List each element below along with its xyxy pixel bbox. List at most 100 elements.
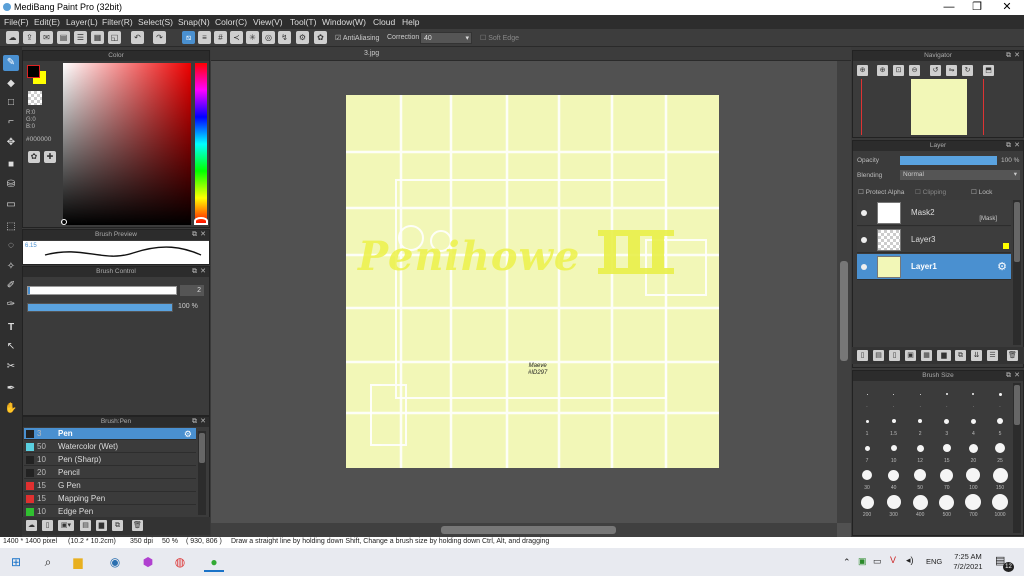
close-icon[interactable]: ✕	[200, 230, 206, 240]
file-explorer-icon[interactable]: ▆	[68, 552, 88, 572]
device-icon[interactable]: ▣	[858, 556, 867, 567]
layer-row-layer3[interactable]: Layer3	[857, 227, 1011, 253]
volume-icon[interactable]: ◂)	[906, 555, 914, 566]
rotate-right-icon[interactable]: ↻	[962, 65, 973, 76]
language-indicator[interactable]: ENG	[926, 557, 942, 566]
new-layer-icon[interactable]: ▯	[857, 350, 868, 361]
chevron-up-icon[interactable]: ⌃	[843, 557, 851, 568]
brush-size-option[interactable]	[890, 445, 897, 451]
brush-folder-icon[interactable]: ▆	[96, 520, 107, 531]
snap-settings-icon[interactable]: ⚙	[296, 31, 309, 44]
brush-size-option[interactable]	[865, 419, 869, 423]
soft-edge-checkbox[interactable]: ☐ Soft Edge	[480, 34, 519, 42]
expand-icon[interactable]: ⧉	[1006, 51, 1011, 61]
delete-brush-icon[interactable]: 🗑	[132, 520, 143, 531]
hand-tool-icon[interactable]: ✋	[3, 401, 19, 417]
brush-size-option[interactable]	[998, 392, 1002, 396]
protect-alpha-checkbox[interactable]: ☐ Protect Alpha	[858, 188, 904, 196]
expand-icon[interactable]: ⧉	[192, 267, 197, 277]
brush-size-option[interactable]	[940, 468, 954, 482]
duplicate-layer-icon[interactable]: ⧉	[955, 350, 966, 361]
clipping-checkbox[interactable]: ☐ Clipping	[915, 188, 946, 196]
gear-icon[interactable]: ⚙	[997, 260, 1007, 273]
zoom-out-icon[interactable]: ⊖	[909, 65, 920, 76]
antialias-checkbox[interactable]: ☑ AntiAliasing	[335, 34, 379, 42]
fill-rect-tool-icon[interactable]: ■	[3, 157, 19, 173]
color-picker-cursor[interactable]	[61, 219, 67, 225]
layer-image-icon[interactable]: ▦	[921, 350, 932, 361]
eyedropper-icon[interactable]: ✒	[3, 381, 19, 397]
medibang-icon[interactable]: ●	[204, 552, 224, 572]
menu-edit[interactable]: Edit(E)	[34, 17, 60, 27]
menu-view[interactable]: View(V)	[253, 17, 283, 27]
brush-item[interactable]: 3 Pen ⚙	[24, 428, 196, 440]
close-icon[interactable]: ✕	[200, 267, 206, 277]
select-pen-icon[interactable]: ✐	[3, 278, 19, 294]
minimize-button[interactable]: —	[934, 0, 964, 15]
close-icon[interactable]: ✕	[1014, 51, 1020, 61]
brush-item[interactable]: 20 Pencil	[24, 467, 196, 479]
zoom-in-alt-icon[interactable]: ⊕	[877, 65, 888, 76]
clock[interactable]: 7:25 AM 7/2/2021	[950, 552, 986, 572]
brush-item[interactable]: 15 Mapping Pen	[24, 493, 196, 505]
brush-size-option[interactable]	[893, 393, 895, 395]
new-1bit-layer-icon[interactable]: ▯	[889, 350, 900, 361]
snap-circle-icon[interactable]: ◎	[262, 31, 275, 44]
blending-select[interactable]: Normal ▾	[900, 170, 1020, 180]
dell-icon[interactable]: ◉	[105, 552, 125, 572]
brush-size-input[interactable]: 2	[180, 285, 204, 296]
menu-cloud[interactable]: Cloud	[373, 17, 395, 27]
brush-size-option[interactable]	[864, 445, 870, 451]
new-halftone-layer-icon[interactable]: ▤	[873, 350, 884, 361]
close-button[interactable]: ✕	[992, 0, 1022, 15]
comment-icon[interactable]: ✉	[40, 31, 53, 44]
brush-list-scrollbar[interactable]	[198, 431, 206, 515]
menu-layer[interactable]: Layer(L)	[66, 17, 98, 27]
delete-layer-icon[interactable]: 🗑	[1007, 350, 1018, 361]
layer-folder-icon[interactable]: ▆	[937, 350, 951, 361]
brush-size-option[interactable]	[912, 494, 928, 510]
expand-icon[interactable]: ⧉	[192, 230, 197, 240]
brush-size-option[interactable]	[995, 443, 1005, 453]
vertical-scrollbar[interactable]	[837, 61, 851, 523]
grid-icon[interactable]: ▦	[91, 31, 104, 44]
lock-view-icon[interactable]: ⬒	[983, 65, 994, 76]
snap-curve-icon[interactable]: ↯	[278, 31, 291, 44]
search-icon[interactable]: ⌕	[38, 552, 58, 572]
bucket-tool-icon[interactable]: ⛁	[3, 177, 19, 193]
layer-row-mask2[interactable]: Mask2 [Mask]	[857, 200, 1011, 226]
new-brush-icon[interactable]: ▯	[42, 520, 53, 531]
dot-tool-icon[interactable]: □	[3, 95, 19, 111]
menu-file[interactable]: File(F)	[4, 17, 29, 27]
cloud-icon[interactable]: ☁	[6, 31, 19, 44]
brush-size-option[interactable]	[916, 444, 924, 452]
list-icon[interactable]: ☰	[74, 31, 87, 44]
color-saturation-field[interactable]	[63, 63, 191, 225]
move-tool-icon[interactable]: ✥	[3, 135, 19, 151]
menu-filter[interactable]: Filter(R)	[102, 17, 133, 27]
brush-size-option[interactable]	[888, 469, 900, 481]
brush-size-option[interactable]	[862, 470, 872, 480]
menu-select[interactable]: Select(S)	[138, 17, 173, 27]
new-8bit-layer-icon[interactable]: ▣	[905, 350, 916, 361]
expand-icon[interactable]: ⧉	[1006, 141, 1011, 151]
undo-icon[interactable]: ↶	[131, 31, 144, 44]
panel-icon[interactable]: ▤	[57, 31, 70, 44]
layer-opacity-slider[interactable]	[900, 156, 997, 165]
transform-icon[interactable]: ◱	[108, 31, 121, 44]
lasso-tool-icon[interactable]: ◌	[3, 238, 19, 254]
hue-slider-handle[interactable]	[194, 217, 208, 225]
brush-size-option[interactable]	[997, 418, 1003, 424]
magic-wand-icon[interactable]: ✧	[3, 259, 19, 275]
snap-gear-icon[interactable]: ✿	[314, 31, 327, 44]
redo-icon[interactable]: ↷	[153, 31, 166, 44]
shape-tool-icon[interactable]: ⌐	[3, 114, 19, 130]
brush-opacity-slider[interactable]	[27, 303, 173, 312]
select-tool-icon[interactable]: ⬚	[3, 219, 19, 235]
brush-size-option[interactable]	[919, 393, 921, 395]
brush-size-option[interactable]	[939, 494, 955, 510]
text-tool-icon[interactable]: T	[3, 320, 19, 336]
menu-tool[interactable]: Tool(T)	[290, 17, 316, 27]
brush-item[interactable]: 50 Watercolor (Wet)	[24, 441, 196, 453]
brush-settings-icon[interactable]: ▤	[80, 520, 91, 531]
